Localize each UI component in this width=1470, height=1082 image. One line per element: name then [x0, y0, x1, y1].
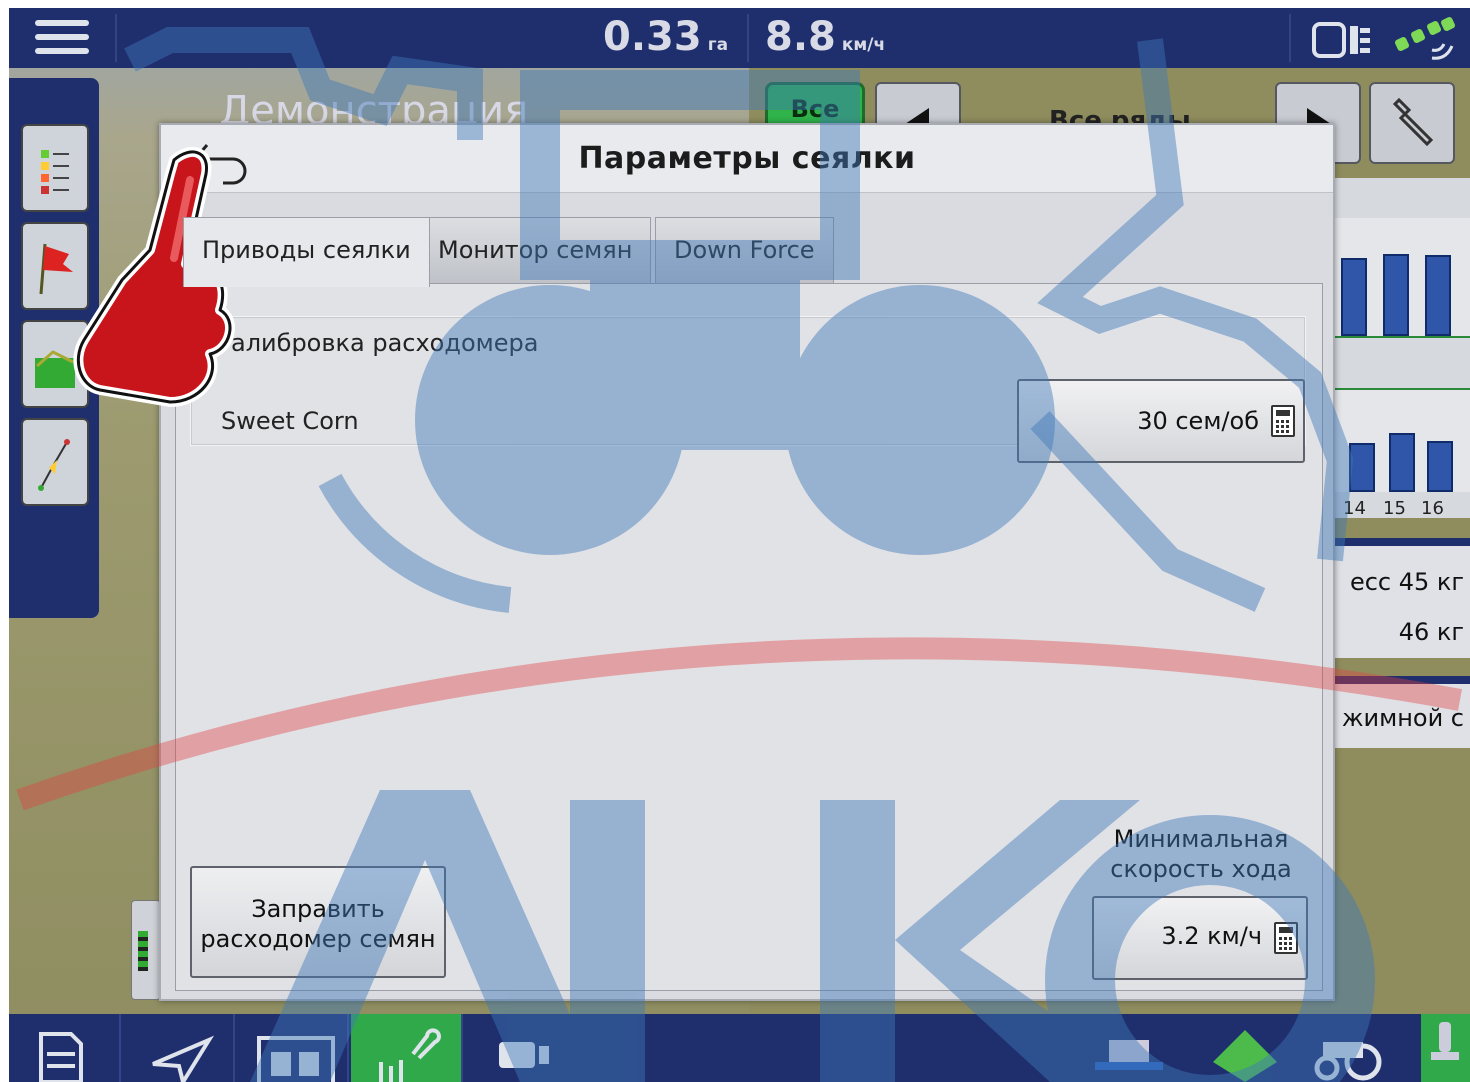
bar-graph-top — [1335, 218, 1470, 338]
info-panel-mode: жимной с — [1335, 676, 1470, 748]
bottom-item-guidance[interactable] — [123, 1014, 235, 1082]
document-icon — [39, 1032, 83, 1082]
status-icons — [1312, 16, 1458, 64]
info-line: 46 кг — [1398, 618, 1464, 646]
tab-down-force[interactable]: Down Force — [655, 217, 834, 283]
left-sidebar — [9, 78, 99, 618]
signal-icon[interactable] — [1392, 16, 1458, 64]
button-label-line: Заправить — [251, 895, 385, 923]
divider — [747, 14, 749, 62]
row-bar — [1389, 433, 1415, 492]
antenna-icon — [1431, 1022, 1459, 1060]
bottom-bar — [9, 1014, 1470, 1082]
info-line: есс 45 кг — [1349, 568, 1464, 596]
top-bar: 0.33 га 8.8 км/ч — [9, 8, 1470, 68]
guidance-icon — [38, 439, 70, 491]
min-speed-label: Минимальная скорость хода — [1086, 824, 1316, 884]
display-screen: 0.33 га 8.8 км/ч Демонстрация Все Все ря… — [9, 8, 1470, 1082]
bottom-item-gps[interactable] — [1421, 1014, 1470, 1082]
menu-icon[interactable] — [35, 20, 89, 60]
crop-label: Sweet Corn — [221, 407, 359, 435]
row-bar-graph: 14 15 16 — [1335, 178, 1470, 519]
flag-icon — [39, 243, 73, 295]
row-bar — [1341, 258, 1367, 336]
navigation-icon — [152, 1035, 215, 1082]
meter-calibration-field[interactable]: 30 сем/об — [1017, 379, 1305, 463]
settings-button[interactable] — [1369, 82, 1455, 164]
row-bar — [1349, 443, 1375, 492]
dialog-title: Параметры сеялки — [578, 141, 916, 176]
label-line: скорость хода — [1110, 855, 1292, 883]
tractor-icon[interactable] — [1309, 1024, 1389, 1082]
divider — [115, 14, 117, 62]
info-line: жимной с — [1341, 704, 1464, 732]
area-readout: 0.33 га — [603, 14, 729, 60]
tab-seed-monitor[interactable]: Монитор семян — [419, 217, 652, 283]
bar-graph-bottom — [1335, 388, 1470, 492]
camera-icon — [499, 1042, 549, 1068]
sidebar-item-list[interactable] — [21, 124, 89, 212]
row-number: 15 — [1383, 498, 1406, 519]
row-bar — [1383, 254, 1409, 336]
speed-readout: 8.8 км/ч — [765, 14, 886, 60]
bottom-item-layout[interactable] — [237, 1014, 349, 1082]
min-speed-field[interactable]: 3.2 км/ч — [1092, 896, 1308, 980]
calculator-icon — [1271, 405, 1295, 437]
sidebar-item-map[interactable] — [21, 320, 89, 408]
calibration-legend: алибровка расходомера — [221, 329, 549, 357]
divider — [1289, 14, 1291, 62]
bottom-item-camera[interactable] — [465, 1014, 577, 1082]
calculator-icon — [1274, 922, 1298, 954]
list-icon — [41, 150, 69, 194]
planter-icon[interactable] — [1089, 1028, 1169, 1082]
bottom-item-planting[interactable] — [351, 1014, 463, 1082]
map-icon — [35, 350, 75, 388]
row-number: 16 — [1421, 498, 1444, 519]
info-panel-weight: есс 45 кг 46 кг — [1335, 538, 1470, 658]
planter-settings-dialog: Параметры сеялки Приводы сеялки Монитор … — [159, 123, 1335, 1001]
tab-planter-drives[interactable]: Приводы сеялки — [183, 217, 430, 287]
tab-content: алибровка расходомера Sweet Corn 30 сем/… — [175, 283, 1323, 991]
layout-icon — [257, 1036, 335, 1082]
dialog-header: Параметры сеялки — [161, 125, 1333, 193]
seed-icon — [379, 1028, 441, 1082]
calibration-value: 30 сем/об — [1137, 407, 1259, 435]
label-line: Минимальная — [1113, 825, 1289, 853]
row-number: 14 — [1343, 498, 1366, 519]
bottom-item-reports[interactable] — [9, 1014, 121, 1082]
row-bar — [1425, 255, 1451, 336]
min-speed-value: 3.2 км/ч — [1161, 922, 1262, 950]
side-indicator — [131, 900, 161, 1000]
sidebar-item-flag[interactable] — [21, 222, 89, 310]
wrench-icon — [1392, 97, 1434, 147]
meter-calibration-group: алибровка расходомера Sweet Corn 30 сем/… — [190, 316, 1306, 463]
button-label-line: расходомер семян — [200, 925, 436, 953]
field-icon[interactable] — [1205, 1022, 1285, 1082]
prime-seed-meter-button[interactable]: Заправить расходомер семян — [190, 866, 446, 978]
sidebar-item-guidance[interactable] — [21, 418, 89, 506]
display-icon[interactable] — [1312, 20, 1374, 60]
row-bar — [1427, 441, 1453, 492]
